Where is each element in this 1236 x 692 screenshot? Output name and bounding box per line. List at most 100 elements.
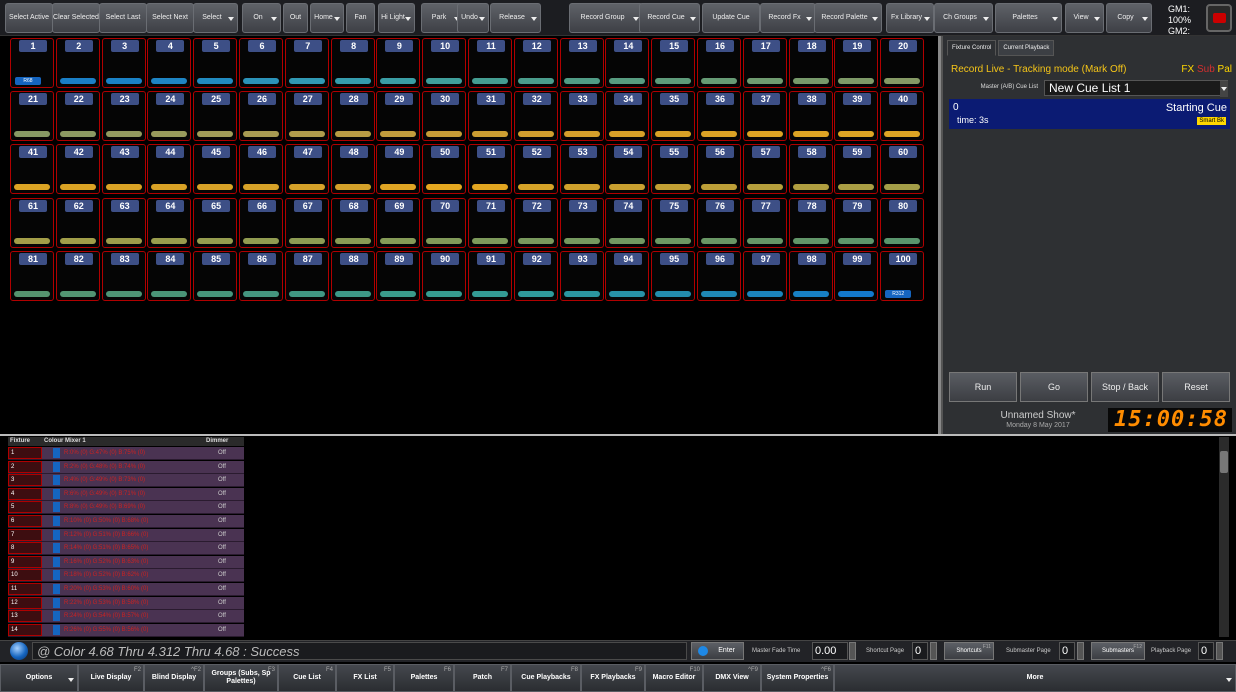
command-status-icon[interactable] bbox=[10, 642, 28, 660]
fixture-tile[interactable]: 83 bbox=[101, 250, 146, 301]
table-row[interactable]: 4 R:6% (0) G:49% (0) B:71% (0) Off bbox=[8, 487, 244, 501]
fixture-tile[interactable]: 100 R312 bbox=[880, 250, 925, 301]
fixture-tile[interactable]: 96 bbox=[697, 250, 741, 301]
toolbar-button-select-next[interactable]: Select Next bbox=[146, 3, 194, 33]
fixture-tile[interactable]: 92 bbox=[513, 250, 558, 301]
fixture-tile[interactable]: 21 bbox=[10, 91, 54, 142]
toolbar-button-fan[interactable]: Fan bbox=[346, 3, 375, 33]
go-button[interactable]: Go bbox=[1020, 372, 1088, 402]
fixture-cell[interactable]: 6 bbox=[8, 515, 42, 527]
cue-row[interactable]: 0 Starting Cue time: 3s Smart Bk bbox=[949, 99, 1230, 129]
toolbar-button-home[interactable]: Home bbox=[310, 3, 344, 33]
fixture-tile[interactable]: 14 bbox=[605, 38, 650, 88]
table-row[interactable]: 14 R:26% (0) G:55% (0) B:56% (0) Off bbox=[8, 623, 244, 637]
fixture-tile[interactable]: 90 bbox=[422, 250, 467, 301]
fixture-cell[interactable]: 4 bbox=[8, 487, 42, 500]
table-row[interactable]: 6 R:10% (0) G:50% (0) B:68% (0) Off bbox=[8, 515, 244, 528]
fixture-tile[interactable]: 65 bbox=[193, 197, 238, 248]
cue-list-select[interactable]: New Cue List 1 bbox=[1044, 80, 1228, 97]
toolbar-button-palettes[interactable]: Palettes bbox=[995, 3, 1062, 33]
fixture-tile[interactable]: 41 bbox=[10, 144, 54, 195]
fixture-tile[interactable]: 81 bbox=[10, 250, 54, 301]
fixture-tile[interactable]: 76 bbox=[697, 197, 741, 248]
fixture-tile[interactable]: 78 bbox=[788, 197, 833, 248]
fixture-tile[interactable]: 46 bbox=[239, 144, 283, 195]
shortcut-page-spinner[interactable] bbox=[930, 642, 937, 660]
function-key-blind-display[interactable]: Blind Display ^F2 bbox=[144, 664, 204, 692]
fixture-tile[interactable]: 87 bbox=[284, 250, 329, 301]
function-key-cue-list[interactable]: Cue List F4 bbox=[278, 664, 336, 692]
shortcuts-button[interactable]: Shortcuts F11 bbox=[944, 642, 994, 660]
fixture-tile[interactable]: 61 bbox=[10, 197, 54, 248]
fixture-tile[interactable]: 27 bbox=[284, 91, 329, 142]
function-key-fx-playbacks[interactable]: FX Playbacks F9 bbox=[581, 664, 645, 692]
fixture-tile[interactable]: 7 bbox=[284, 38, 329, 88]
playback-page-spinner[interactable] bbox=[1216, 642, 1223, 660]
toolbar-button-record-fx[interactable]: Record Fx bbox=[760, 3, 816, 33]
fixture-tile[interactable]: 17 bbox=[742, 38, 787, 88]
shortcut-page-input[interactable]: 0 bbox=[912, 642, 928, 660]
toolbar-button-select[interactable]: Select bbox=[193, 3, 238, 33]
fixture-tile[interactable]: 13 bbox=[559, 38, 604, 88]
toolbar-button-copy[interactable]: Copy bbox=[1106, 3, 1152, 33]
fixture-tile[interactable]: 33 bbox=[559, 91, 604, 142]
table-row[interactable]: 11 R:20% (0) G:53% (0) B:60% (0) Off bbox=[8, 583, 244, 596]
table-row[interactable]: 8 R:14% (0) G:51% (0) B:65% (0) Off bbox=[8, 542, 244, 556]
fixture-tile[interactable]: 24 bbox=[147, 91, 192, 142]
table-row[interactable]: 3 R:4% (0) G:49% (0) B:73% (0) Off bbox=[8, 474, 244, 488]
function-key-options[interactable]: Options bbox=[0, 664, 78, 692]
fixture-tile[interactable]: 18 bbox=[788, 38, 833, 88]
fixture-tile[interactable]: 60 bbox=[880, 144, 925, 195]
toolbar-button-update-cue[interactable]: Update Cue bbox=[702, 3, 760, 33]
fixture-tile[interactable]: 4 bbox=[147, 38, 192, 88]
table-row[interactable]: 7 R:12% (0) G:51% (0) B:66% (0) Off bbox=[8, 528, 244, 542]
submasters-button[interactable]: Submasters F12 bbox=[1091, 642, 1145, 660]
playback-page-input[interactable]: 0 bbox=[1198, 642, 1214, 660]
toolbar-button-record-cue[interactable]: Record Cue bbox=[639, 3, 700, 33]
fixture-tile[interactable]: 44 bbox=[147, 144, 192, 195]
fixture-cell[interactable]: 10 bbox=[8, 569, 42, 582]
fixture-cell[interactable]: 8 bbox=[8, 542, 42, 555]
fixture-tile[interactable]: 69 bbox=[376, 197, 421, 248]
fixture-tile[interactable]: 73 bbox=[559, 197, 604, 248]
fixture-tile[interactable]: 11 bbox=[468, 38, 512, 88]
fixture-tile[interactable]: 5 bbox=[193, 38, 238, 88]
fixture-tile[interactable]: 70 bbox=[422, 197, 467, 248]
submaster-page-input[interactable]: 0 bbox=[1059, 642, 1075, 660]
fixture-tile[interactable]: 52 bbox=[513, 144, 558, 195]
reset-button[interactable]: Reset bbox=[1162, 372, 1230, 402]
fixture-tile[interactable]: 34 bbox=[605, 91, 650, 142]
tab-fixture-control[interactable]: Fixture Control bbox=[947, 40, 997, 56]
fixture-tile[interactable]: 43 bbox=[101, 144, 146, 195]
fixture-tile[interactable]: 38 bbox=[788, 91, 833, 142]
fixture-cell[interactable]: 7 bbox=[8, 528, 42, 541]
command-line[interactable]: @ Color 4.68 Thru 4.312 Thru 4.68 : Succ… bbox=[32, 642, 687, 660]
fixture-tile[interactable]: 58 bbox=[788, 144, 833, 195]
toolbar-button-undo[interactable]: Undo bbox=[457, 3, 489, 33]
fixture-tile[interactable]: 2 bbox=[55, 38, 100, 88]
toolbar-button-out[interactable]: Out bbox=[283, 3, 308, 33]
fixture-tile[interactable]: 36 bbox=[697, 91, 741, 142]
fixture-tile[interactable]: 84 bbox=[147, 250, 192, 301]
submaster-page-spinner[interactable] bbox=[1077, 642, 1084, 660]
fixture-tile[interactable]: 49 bbox=[376, 144, 421, 195]
fixture-tile[interactable]: 19 bbox=[834, 38, 879, 88]
fixture-tile[interactable]: 15 bbox=[651, 38, 696, 88]
fixture-tile[interactable]: 39 bbox=[834, 91, 879, 142]
tab-current-playback[interactable]: Current Playback bbox=[998, 40, 1055, 56]
toolbar-button-hi-light[interactable]: Hi Light bbox=[378, 3, 415, 33]
table-row[interactable]: 2 R:2% (0) G:48% (0) B:74% (0) Off bbox=[8, 460, 244, 474]
fixture-tile[interactable]: 47 bbox=[284, 144, 329, 195]
fixture-tile[interactable]: 63 bbox=[101, 197, 146, 248]
fixture-tile[interactable]: 54 bbox=[605, 144, 650, 195]
fixture-tile[interactable]: 42 bbox=[55, 144, 100, 195]
fixture-tile[interactable]: 50 bbox=[422, 144, 467, 195]
function-key-patch[interactable]: Patch F7 bbox=[454, 664, 511, 692]
fixture-tile[interactable]: 67 bbox=[284, 197, 329, 248]
table-row[interactable]: 13 R:24% (0) G:54% (0) B:57% (0) Off bbox=[8, 610, 244, 624]
fixture-tile[interactable]: 66 bbox=[239, 197, 283, 248]
fixture-tile[interactable]: 57 bbox=[742, 144, 787, 195]
table-scrollbar[interactable] bbox=[1219, 437, 1229, 637]
fixture-tile[interactable]: 26 bbox=[239, 91, 283, 142]
table-row[interactable]: 9 R:16% (0) G:52% (0) B:63% (0) Off bbox=[8, 555, 244, 569]
